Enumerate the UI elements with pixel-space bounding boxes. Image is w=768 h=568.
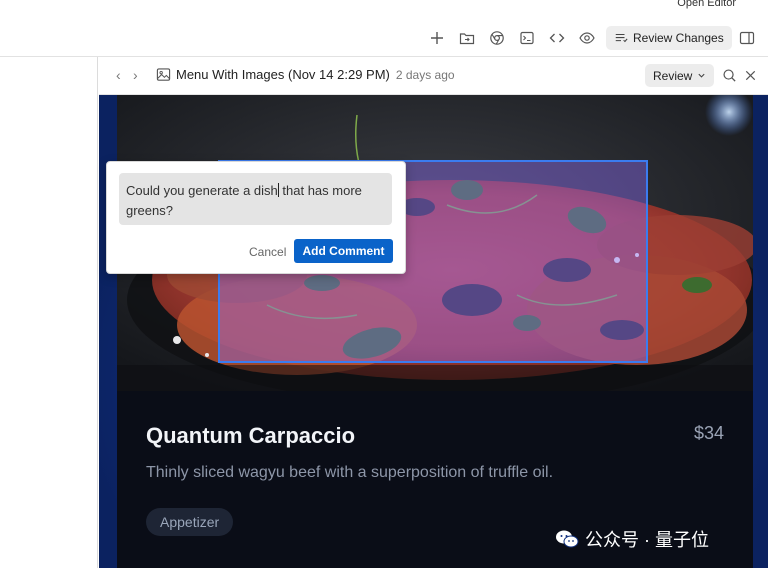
- terminal-icon[interactable]: [518, 29, 536, 47]
- back-arrow-icon[interactable]: ‹: [116, 67, 121, 83]
- close-icon[interactable]: [743, 68, 758, 83]
- chevron-down-icon: [698, 73, 705, 78]
- image-icon: [156, 67, 171, 82]
- review-changes-label: Review Changes: [633, 31, 724, 45]
- wechat-icon: [556, 530, 579, 548]
- page-timestamp: 2 days ago: [395, 68, 455, 82]
- add-comment-button[interactable]: Add Comment: [294, 239, 393, 263]
- watermark: 公众号 · 量子位: [555, 528, 709, 550]
- page-title: Menu With Images (Nov 14 2:29 PM) 2 days …: [176, 67, 455, 82]
- review-label: Review: [653, 68, 693, 83]
- folder-move-icon[interactable]: [458, 29, 476, 47]
- comment-input[interactable]: Could you generate a dish that has more …: [119, 173, 392, 225]
- top-strip: Open Editor: [0, 0, 768, 21]
- plus-icon[interactable]: [428, 29, 446, 47]
- cancel-button[interactable]: Cancel: [249, 245, 286, 259]
- dish-description: Thinly sliced wagyu beef with a superpos…: [146, 464, 554, 481]
- preview-header: ‹ › Menu With Images (Nov 14 2:29 PM) 2 d…: [99, 57, 768, 95]
- sidebar-toggle-icon[interactable]: [738, 29, 756, 47]
- dish-name: Quantum Carpaccio: [146, 423, 356, 448]
- page-title-text: Menu With Images (Nov 14 2:29 PM): [176, 67, 390, 82]
- watermark-text: 公众号 · 量子位: [585, 530, 709, 550]
- review-changes-button[interactable]: Review Changes: [606, 26, 732, 50]
- chrome-icon[interactable]: [488, 29, 506, 47]
- comment-text-before: Could you generate a dish: [126, 183, 278, 198]
- category-tag: Appetizer: [146, 508, 234, 536]
- toolbar: Review Changes: [0, 20, 768, 57]
- open-editor-label[interactable]: Open Editor: [677, 0, 736, 9]
- dish-price: $34: [693, 423, 724, 443]
- comment-popup: Could you generate a dish that has more …: [106, 161, 406, 274]
- review-dropdown[interactable]: Review: [645, 64, 715, 87]
- search-icon[interactable]: [722, 68, 737, 83]
- forward-arrow-icon[interactable]: ›: [133, 67, 138, 83]
- review-list-icon: [615, 33, 628, 43]
- left-pane: [0, 57, 98, 568]
- eye-icon[interactable]: [578, 29, 596, 47]
- code-icon[interactable]: [548, 29, 566, 47]
